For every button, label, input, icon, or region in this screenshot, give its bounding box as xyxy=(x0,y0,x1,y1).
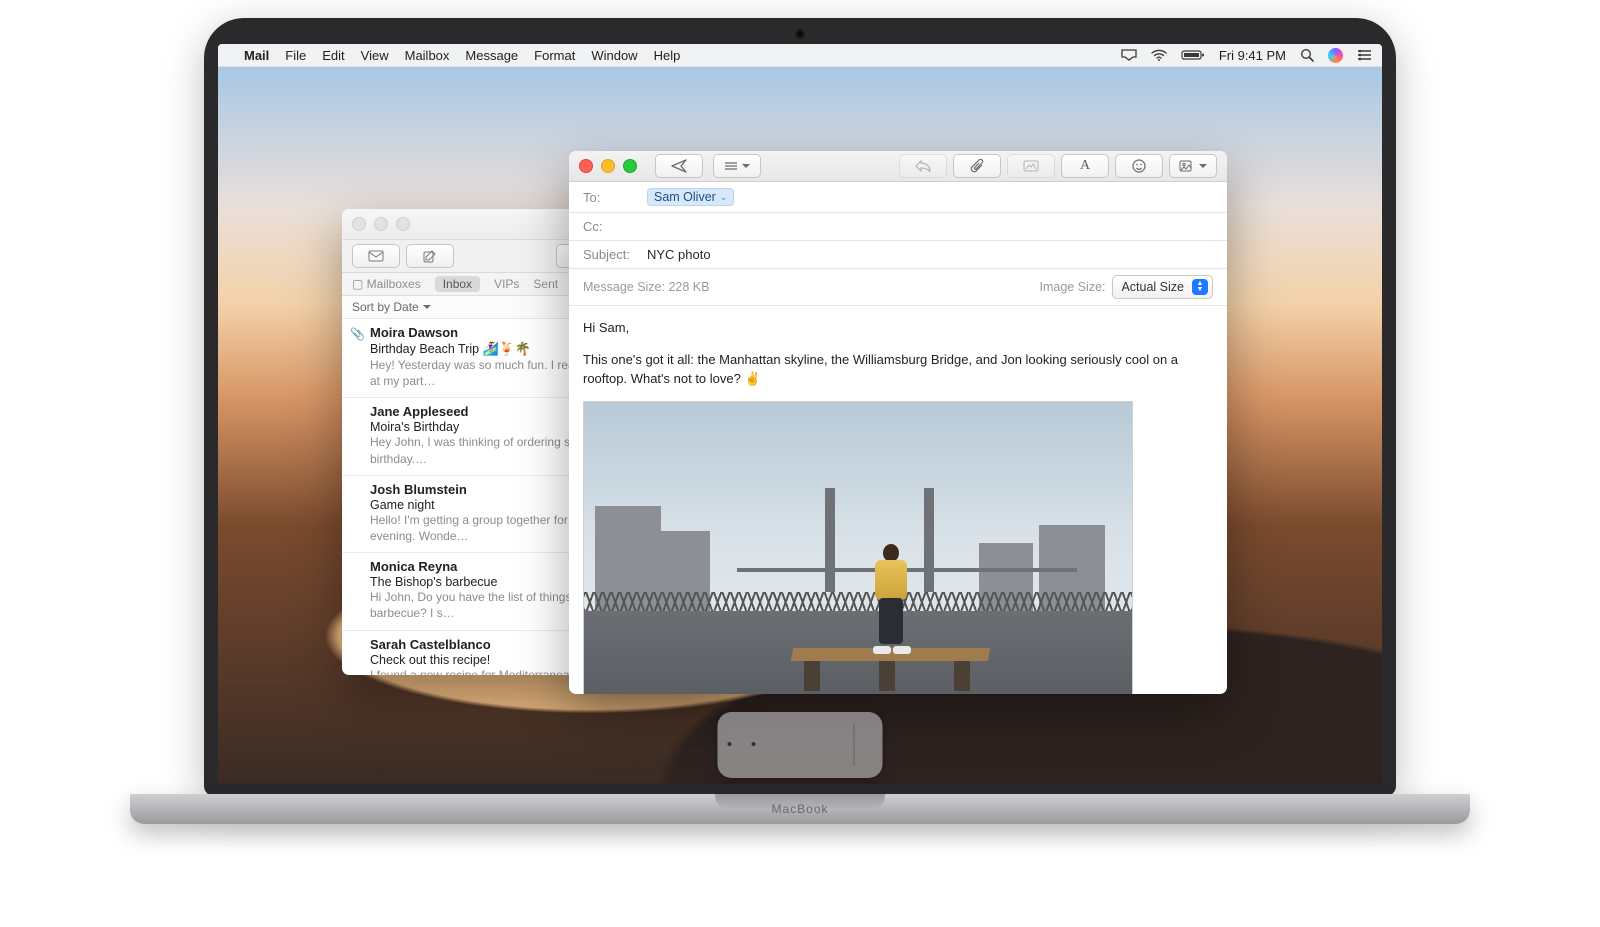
cc-label: Cc: xyxy=(583,219,637,234)
message-size-value: 228 KB xyxy=(668,280,709,294)
menu-message[interactable]: Message xyxy=(465,48,518,63)
menu-format[interactable]: Format xyxy=(534,48,575,63)
airplay-icon[interactable] xyxy=(1121,49,1137,61)
menu-file[interactable]: File xyxy=(285,48,306,63)
zoom-button[interactable] xyxy=(623,159,637,173)
mailboxes-toggle[interactable]: ▢ Mailboxes xyxy=(352,277,421,291)
compose-window: A To: Sam Oliver⌄ Cc: Subject: NYC photo xyxy=(569,151,1227,694)
attachment-icon: 📎 xyxy=(350,327,365,341)
subject-field-row[interactable]: Subject: NYC photo xyxy=(569,241,1227,269)
menubar-clock[interactable]: Fri 9:41 PM xyxy=(1219,48,1286,63)
close-button[interactable] xyxy=(352,217,366,231)
image-size-label: Image Size: xyxy=(1040,280,1106,294)
macbook-base: MacBook xyxy=(130,794,1470,824)
format-button[interactable]: A xyxy=(1061,154,1109,178)
image-size-select[interactable]: Actual Size ▲▼ xyxy=(1112,275,1213,299)
photo-browser-button[interactable] xyxy=(1169,154,1217,178)
to-label: To: xyxy=(583,190,637,205)
get-mail-button[interactable] xyxy=(352,244,400,268)
compose-body[interactable]: Hi Sam, This one's got it all: the Manha… xyxy=(569,306,1227,694)
zoom-button[interactable] xyxy=(396,217,410,231)
menu-window[interactable]: Window xyxy=(591,48,637,63)
notification-center-icon[interactable] xyxy=(1357,49,1372,61)
wifi-icon[interactable] xyxy=(1151,49,1167,61)
spotlight-icon[interactable] xyxy=(1300,48,1314,62)
subject-input[interactable]: NYC photo xyxy=(647,247,1213,262)
macbook-brand: MacBook xyxy=(130,802,1470,816)
screen: Mail File Edit View Mailbox Message Form… xyxy=(218,44,1382,784)
favorite-vips[interactable]: VIPs xyxy=(494,277,519,291)
sort-menu[interactable]: Sort by Date xyxy=(352,300,431,314)
menu-help[interactable]: Help xyxy=(654,48,681,63)
camera xyxy=(797,31,803,37)
menu-mailbox[interactable]: Mailbox xyxy=(405,48,450,63)
markup-button[interactable] xyxy=(1007,154,1055,178)
favorite-sent[interactable]: Sent xyxy=(533,277,558,291)
menu-view[interactable]: View xyxy=(361,48,389,63)
siri-icon[interactable] xyxy=(1328,48,1343,63)
reply-button[interactable] xyxy=(899,154,947,178)
body-line[interactable]: Hi Sam, xyxy=(583,318,1213,338)
dock-separator xyxy=(854,724,855,766)
menu-edit[interactable]: Edit xyxy=(322,48,344,63)
cc-field-row[interactable]: Cc: xyxy=(569,213,1227,241)
to-field-row: To: Sam Oliver⌄ xyxy=(569,182,1227,213)
emoji-button[interactable] xyxy=(1115,154,1163,178)
message-size-label: Message Size: xyxy=(583,280,665,294)
macbook-frame: Mail File Edit View Mailbox Message Form… xyxy=(130,18,1470,908)
body-line[interactable]: This one's got it all: the Manhattan sky… xyxy=(583,350,1213,389)
header-fields-button[interactable] xyxy=(713,154,761,178)
select-caret-icon: ▲▼ xyxy=(1192,279,1208,295)
compose-titlebar[interactable]: A xyxy=(569,151,1227,182)
to-recipient-token[interactable]: Sam Oliver⌄ xyxy=(647,188,734,206)
send-button[interactable] xyxy=(655,154,703,178)
close-button[interactable] xyxy=(579,159,593,173)
menubar: Mail File Edit View Mailbox Message Form… xyxy=(218,44,1382,67)
display-bezel: Mail File Edit View Mailbox Message Form… xyxy=(204,18,1396,796)
favorite-inbox[interactable]: Inbox xyxy=(435,276,480,292)
attached-photo[interactable] xyxy=(583,401,1133,695)
app-menu[interactable]: Mail xyxy=(244,48,269,63)
attach-button[interactable] xyxy=(953,154,1001,178)
subject-label: Subject: xyxy=(583,247,637,262)
minimize-button[interactable] xyxy=(601,159,615,173)
attachment-size-bar: Message Size: 228 KB Image Size: Actual … xyxy=(569,269,1227,306)
dock xyxy=(718,712,883,778)
minimize-button[interactable] xyxy=(374,217,388,231)
battery-icon[interactable] xyxy=(1181,49,1205,61)
compose-button[interactable] xyxy=(406,244,454,268)
